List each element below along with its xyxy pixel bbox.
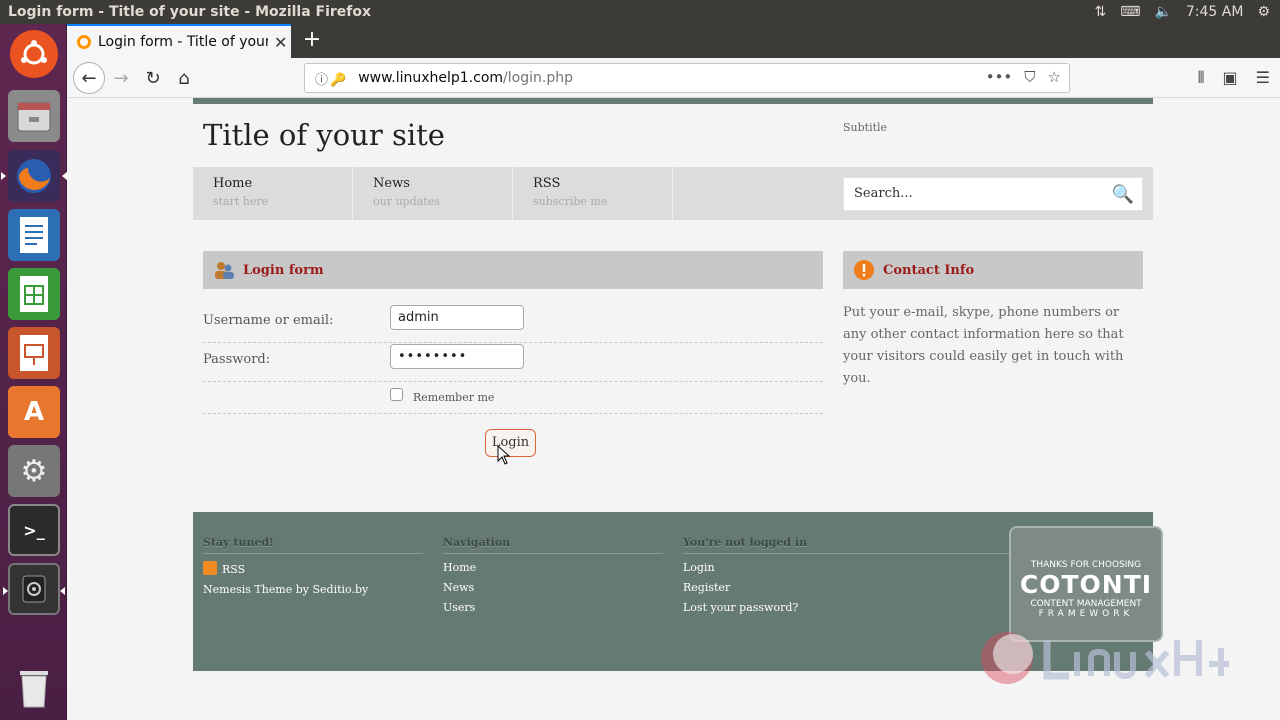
forward-button[interactable]: →	[107, 64, 135, 92]
site-subtitle: Subtitle	[843, 121, 888, 134]
username-label: Username or email:	[203, 313, 334, 328]
footer-link-home[interactable]: Home	[443, 561, 663, 574]
volume-icon[interactable]: 🔈	[1154, 4, 1171, 20]
page-actions-icon[interactable]: •••	[986, 68, 1013, 86]
power-gear-icon[interactable]: ⚙	[1257, 4, 1270, 20]
ubuntu-dash-icon[interactable]	[10, 30, 58, 78]
cotonti-badge[interactable]: THANKS FOR CHOOSING COTONTI CONTENT MANA…	[1009, 526, 1163, 642]
new-tab-button[interactable]: +	[299, 28, 325, 54]
login-form-header: Login form	[203, 251, 823, 289]
menu-item-rss[interactable]: RSS subscribe me	[513, 167, 673, 220]
files-icon[interactable]	[8, 90, 60, 142]
footer-link-theme[interactable]: Nemesis Theme by Seditio.by	[203, 583, 423, 596]
network-icon[interactable]: ⇅	[1095, 4, 1107, 20]
menu-label: RSS	[533, 176, 561, 191]
menu-label: Home	[213, 176, 253, 191]
writer-icon[interactable]	[8, 209, 60, 261]
site-container: Title of your site Subtitle Home start h…	[193, 98, 1163, 671]
contact-info-header: Contact Info	[843, 251, 1143, 289]
footer-link-register[interactable]: Register	[683, 581, 1013, 594]
menu-item-news[interactable]: News our updates	[353, 167, 513, 220]
search-input[interactable]: Search... 🔍	[843, 177, 1143, 211]
library-icon[interactable]: ⫴	[1198, 68, 1205, 88]
clock[interactable]: 7:45 AM	[1186, 4, 1244, 20]
impress-icon[interactable]	[8, 327, 60, 379]
search-placeholder: Search...	[854, 186, 913, 201]
terminal-icon[interactable]: >_	[8, 504, 60, 556]
badge-line-2: COTONTI	[1019, 570, 1153, 599]
bookmark-star-icon[interactable]: ☆	[1048, 68, 1061, 86]
top-panel: Login form - Title of your site - Mozill…	[0, 0, 1280, 24]
footer-heading: Navigation	[443, 536, 663, 554]
footer-col-navigation: Navigation Home News Users	[443, 536, 663, 614]
menu-icon[interactable]: ☰	[1256, 68, 1270, 88]
keyboard-icon[interactable]: ⌨	[1120, 4, 1140, 20]
password-row: Password: ••••••••	[203, 344, 823, 382]
footer-link-lost-password[interactable]: Lost your password?	[683, 601, 1013, 614]
url-host: www.linuxhelp1.com	[358, 70, 504, 86]
remember-row: Remember me	[203, 388, 823, 414]
url-path: /login.php	[503, 70, 573, 86]
url-bar[interactable]: ⓘ🔑 www.linuxhelp1.com/login.php ••• ⛉ ☆	[304, 63, 1070, 93]
favicon-icon	[77, 35, 91, 49]
back-button[interactable]: ←	[73, 62, 105, 94]
trash-icon[interactable]	[8, 662, 60, 714]
site-title[interactable]: Title of your site	[203, 118, 445, 152]
main-menu: Home start here News our updates RSS sub…	[193, 167, 1153, 220]
badge-line-3: CONTENT MANAGEMENT	[1030, 599, 1142, 609]
system-settings-icon[interactable]: ⚙	[8, 445, 60, 497]
launcher: A ⚙ >_	[0, 24, 67, 720]
page-viewport: Title of your site Subtitle Home start h…	[67, 98, 1280, 720]
users-icon	[215, 262, 234, 279]
site-info-icon[interactable]: ⓘ🔑	[305, 69, 348, 88]
menu-sublabel: subscribe me	[533, 195, 608, 208]
footer-link-users[interactable]: Users	[443, 601, 663, 614]
contact-info-title: Contact Info	[883, 262, 975, 278]
remember-label[interactable]: Remember me	[413, 391, 494, 404]
url-text[interactable]: www.linuxhelp1.com/login.php	[358, 70, 573, 86]
webcam-icon[interactable]	[3, 563, 65, 615]
footer-link-news[interactable]: News	[443, 581, 663, 594]
contact-info-text: Put your e-mail, skype, phone numbers or…	[843, 305, 1124, 386]
tab-title: Login form - Title of your site	[98, 34, 268, 50]
header-bar	[193, 98, 1153, 104]
footer-link-login[interactable]: Login	[683, 561, 1013, 574]
close-tab-icon[interactable]: ✕	[274, 33, 287, 52]
reload-button[interactable]: ↻	[139, 64, 167, 92]
password-label: Password:	[203, 352, 271, 367]
password-field[interactable]: ••••••••	[390, 344, 524, 369]
menu-sublabel: our updates	[373, 195, 440, 208]
footer-link-rss[interactable]: RSS	[203, 561, 423, 576]
menu-item-home[interactable]: Home start here	[193, 167, 353, 220]
navigation-bar: ← → ↻ ⌂ ⓘ🔑 www.linuxhelp1.com/login.php …	[67, 58, 1280, 98]
menu-sublabel: start here	[213, 195, 269, 208]
footer-link-label: RSS	[222, 563, 246, 576]
footer-heading: Stay tuned!	[203, 536, 423, 554]
menu-label: News	[373, 176, 410, 191]
window-title: Login form - Title of your site - Mozill…	[8, 4, 372, 20]
tab-strip: Login form - Title of your site ✕ +	[67, 24, 1280, 58]
calc-icon[interactable]	[8, 268, 60, 320]
mouse-cursor-icon	[497, 445, 511, 465]
username-row: Username or email: admin	[203, 305, 823, 343]
footer-col-stay-tuned: Stay tuned! RSS Nemesis Theme by Seditio…	[203, 536, 423, 596]
indicator-area: ⇅ ⌨ 🔈 7:45 AM ⚙	[1095, 0, 1280, 24]
browser-tab[interactable]: Login form - Title of your site ✕	[67, 24, 291, 58]
sidebar-icon[interactable]: ▣	[1223, 68, 1238, 88]
software-center-icon[interactable]: A	[8, 386, 60, 438]
login-form-title: Login form	[243, 262, 324, 278]
search-icon[interactable]: 🔍	[1112, 184, 1134, 205]
pocket-icon[interactable]: ⛉	[1024, 68, 1035, 86]
home-button[interactable]: ⌂	[170, 64, 198, 92]
username-field[interactable]: admin	[390, 305, 524, 330]
badge-line-1: THANKS FOR CHOOSING	[1030, 560, 1142, 570]
remember-checkbox[interactable]	[390, 388, 403, 401]
footer-col-account: You're not logged in Login Register Lost…	[683, 536, 1013, 614]
warning-icon	[854, 260, 874, 280]
footer-heading: You're not logged in	[683, 536, 1013, 554]
badge-line-4: FRAMEWORK	[1038, 609, 1134, 619]
firefox-icon[interactable]	[1, 150, 67, 202]
footer: Stay tuned! RSS Nemesis Theme by Seditio…	[193, 512, 1163, 671]
rss-icon	[203, 561, 217, 575]
